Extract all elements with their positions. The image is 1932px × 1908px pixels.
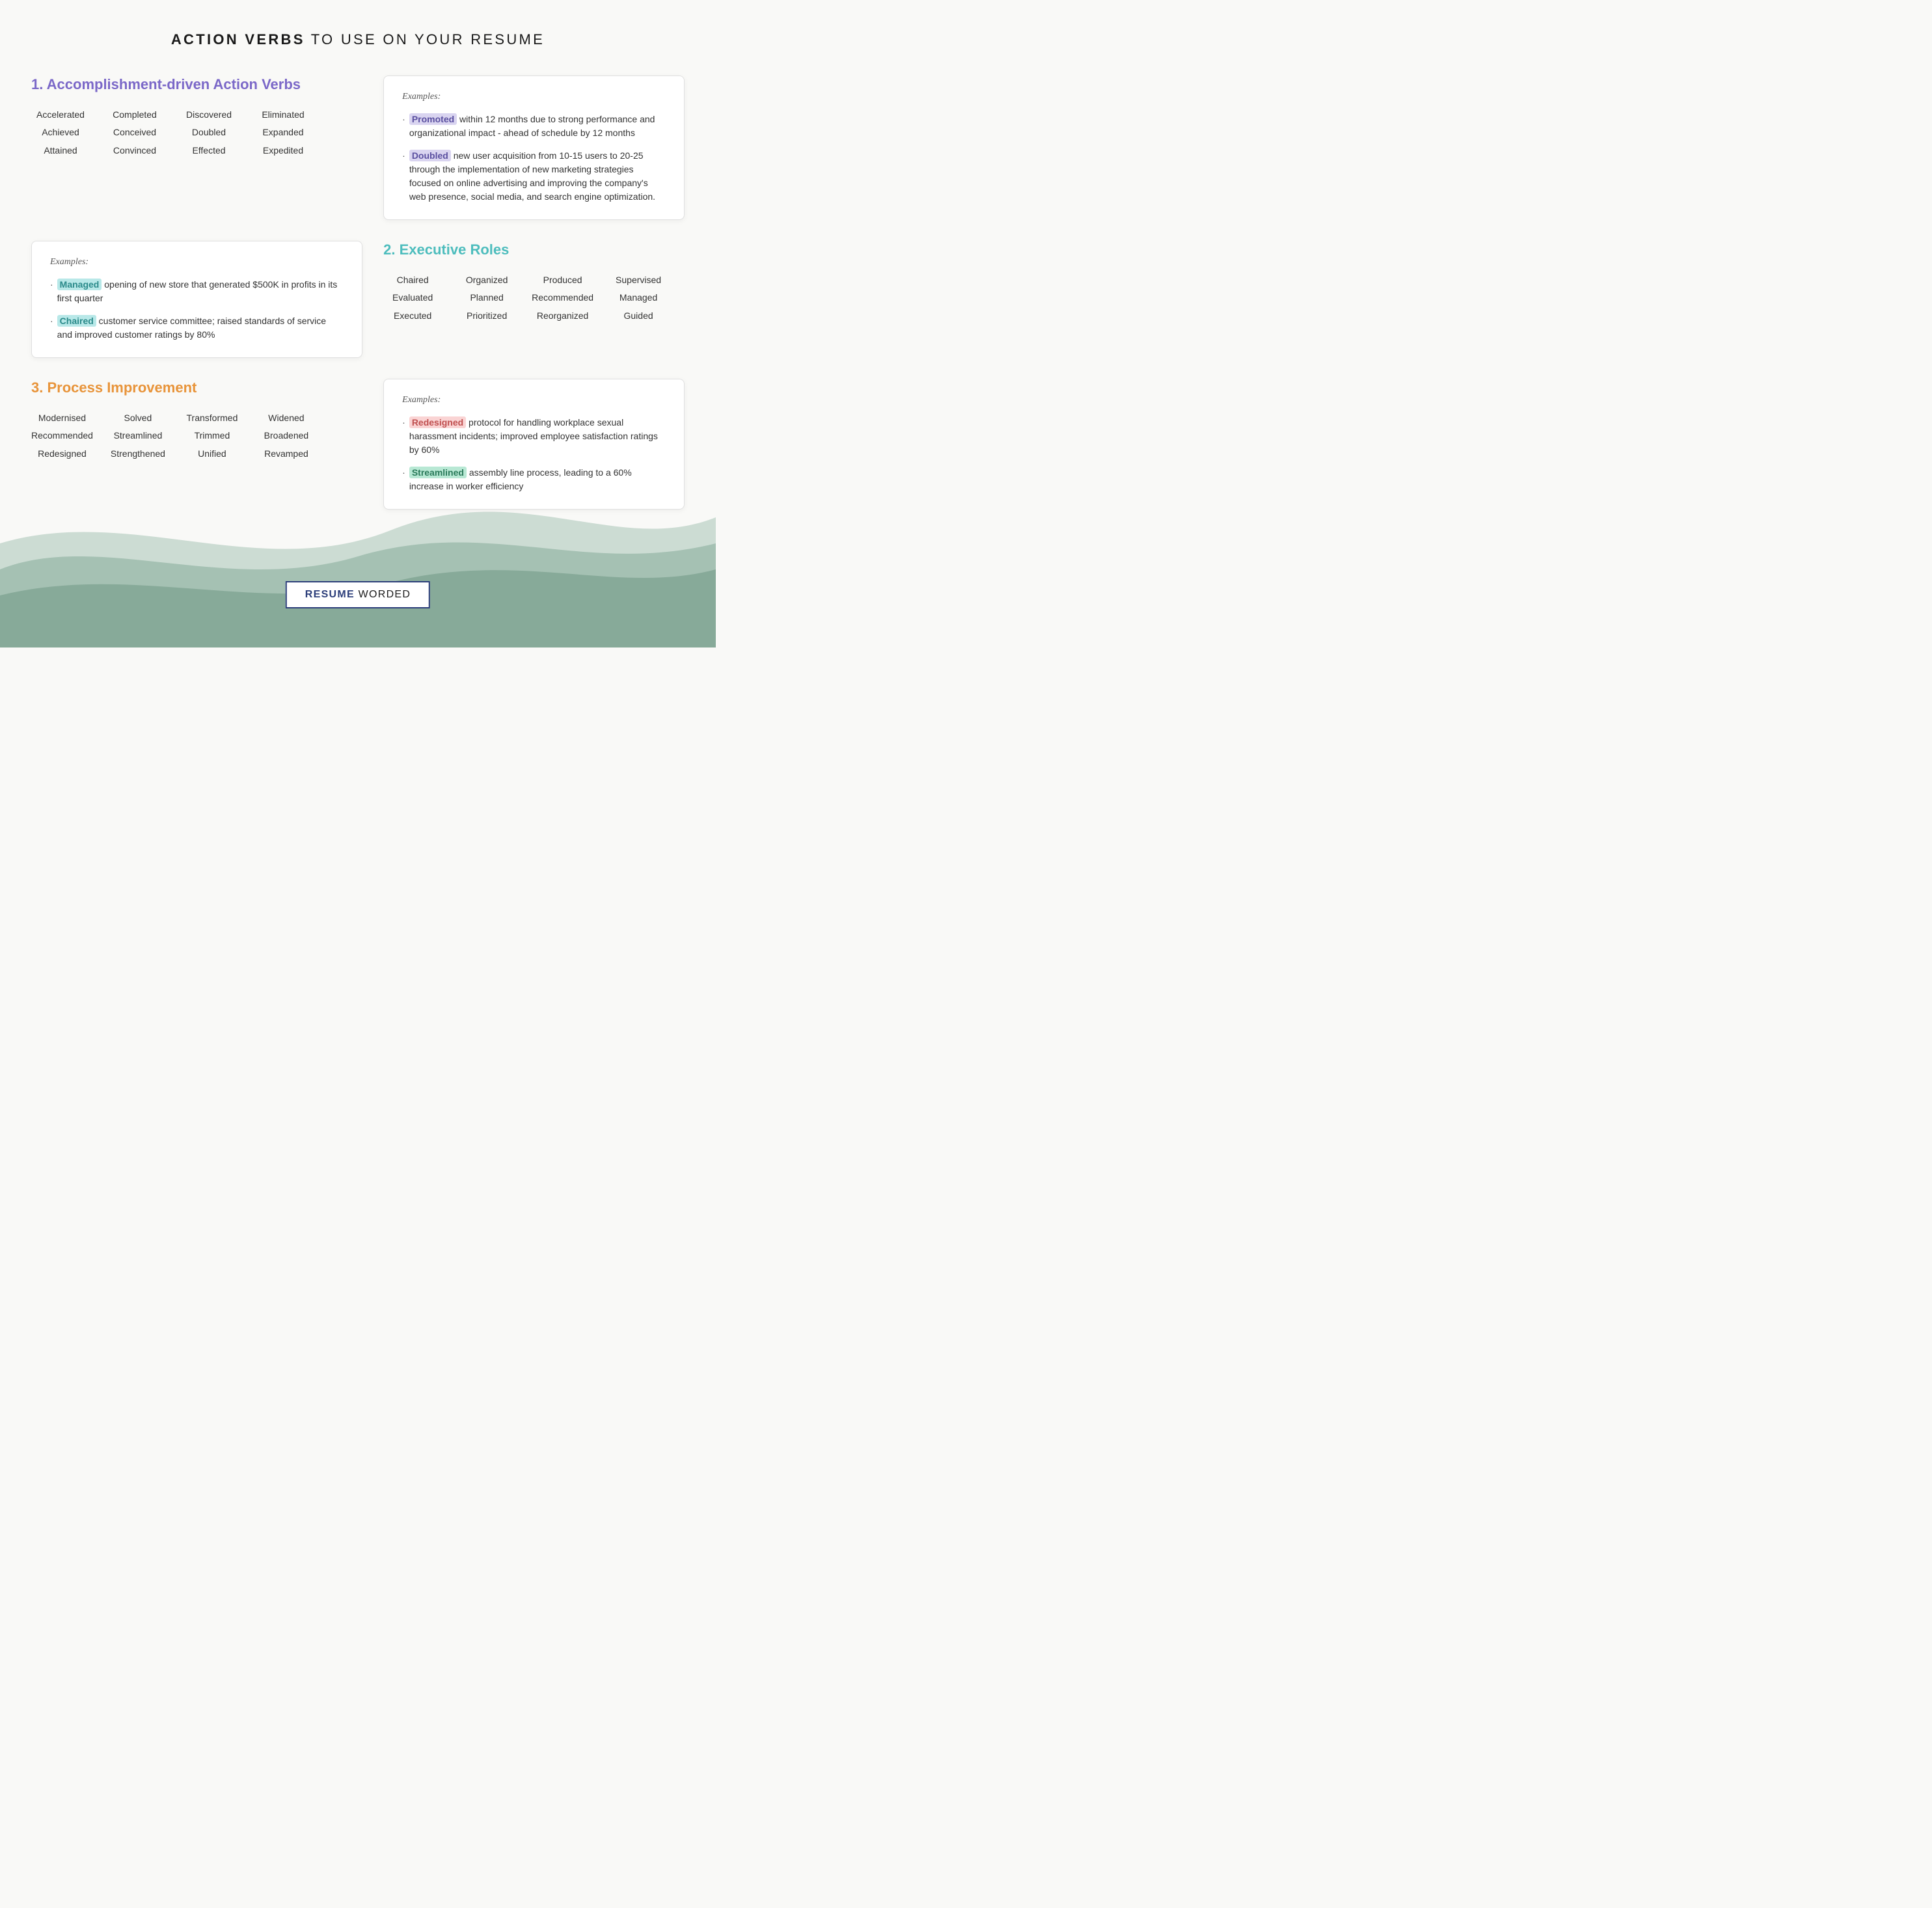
word-col-5: Chaired Evaluated Executed — [383, 273, 442, 324]
word-col-12: Widened Broadened Revamped — [257, 411, 316, 462]
section1-word-grid: Accelerated Achieved Attained Completed … — [31, 107, 362, 159]
word: Accelerated — [36, 107, 85, 123]
word: Broadened — [264, 428, 309, 444]
word-col-2: Completed Conceived Convinced — [105, 107, 164, 159]
word: Recommended — [532, 290, 593, 306]
word: Attained — [44, 143, 77, 159]
word: Expanded — [262, 125, 303, 141]
section3-left: 3. Process Improvement Modernised Recomm… — [31, 379, 362, 462]
word-col-6: Organized Planned Prioritized — [457, 273, 516, 324]
word: Convinced — [113, 143, 156, 159]
examples-label-3: Examples: — [402, 395, 666, 405]
word-col-8: Supervised Managed Guided — [609, 273, 668, 324]
row-1: 1. Accomplishment-driven Action Verbs Ac… — [31, 75, 685, 220]
example-text: Redesigned protocol for handling workpla… — [409, 416, 666, 457]
examples-label-2: Examples: — [50, 257, 344, 267]
word: Revamped — [264, 446, 308, 462]
word: Prioritized — [467, 308, 507, 324]
section3-title: 3. Process Improvement — [31, 379, 362, 398]
bullet-icon: · — [50, 314, 53, 328]
header-bold: ACTION VERBS — [171, 31, 305, 48]
word: Guided — [624, 308, 653, 324]
highlight-promoted: Promoted — [409, 113, 457, 125]
wave-decoration — [0, 465, 716, 647]
word: Discovered — [186, 107, 232, 123]
word: Effected — [192, 143, 225, 159]
word: Unified — [198, 446, 226, 462]
example-text: Promoted within 12 months due to strong … — [409, 113, 666, 140]
word-col-1: Accelerated Achieved Attained — [31, 107, 90, 159]
section1-example-box: Examples: · Promoted within 12 months du… — [383, 75, 685, 220]
example-box-2: Examples: · Managed opening of new store… — [31, 241, 362, 358]
bullet-icon: · — [402, 113, 405, 126]
logo-text: RESUME WORDED — [305, 589, 411, 600]
word: Completed — [113, 107, 157, 123]
example-item-1: · Promoted within 12 months due to stron… — [402, 113, 666, 140]
word: Streamlined — [114, 428, 163, 444]
word: Strengthened — [111, 446, 165, 462]
word-col-9: Modernised Recommended Redesigned — [31, 411, 93, 462]
word: Organized — [466, 273, 508, 288]
word: Doubled — [192, 125, 226, 141]
example-text: Doubled new user acquisition from 10-15 … — [409, 149, 666, 204]
example-text: Managed opening of new store that genera… — [57, 278, 344, 305]
word: Managed — [619, 290, 657, 306]
page-wrapper: ACTION VERBS TO USE ON YOUR RESUME 1. Ac… — [0, 0, 716, 647]
bullet-icon: · — [402, 149, 405, 163]
section2-word-grid: Chaired Evaluated Executed Organized Pla… — [383, 273, 685, 324]
word-col-3: Discovered Doubled Effected — [180, 107, 238, 159]
word: Executed — [394, 308, 431, 324]
word-col-11: Transformed Trimmed Unified — [183, 411, 241, 462]
header-rest: TO USE ON YOUR RESUME — [305, 31, 545, 48]
word-col-4: Eliminated Expanded Expedited — [254, 107, 312, 159]
word: Transformed — [187, 411, 238, 426]
logo-area: RESUME WORDED — [286, 581, 430, 608]
section1-title: 1. Accomplishment-driven Action Verbs — [31, 75, 362, 94]
word: Reorganized — [537, 308, 588, 324]
main-content: 1. Accomplishment-driven Action Verbs Ac… — [0, 69, 716, 530]
section2-right: 2. Executive Roles Chaired Evaluated Exe… — [383, 241, 685, 324]
word: Planned — [470, 290, 503, 306]
row-2: Examples: · Managed opening of new store… — [31, 241, 685, 358]
word: Expedited — [263, 143, 303, 159]
highlight-doubled: Doubled — [409, 150, 451, 161]
highlight-chaired: Chaired — [57, 315, 96, 327]
section2-title: 2. Executive Roles — [383, 241, 685, 260]
example-text: Chaired customer service committee; rais… — [57, 314, 344, 342]
example-item-4: · Chaired customer service committee; ra… — [50, 314, 344, 342]
highlight-redesigned: Redesigned — [409, 416, 466, 428]
logo-rest: WORDED — [355, 589, 411, 600]
section3-word-grid: Modernised Recommended Redesigned Solved… — [31, 411, 362, 462]
example-box-1: Examples: · Promoted within 12 months du… — [383, 75, 685, 220]
word: Evaluated — [392, 290, 433, 306]
example-item-3: · Managed opening of new store that gene… — [50, 278, 344, 305]
word: Produced — [543, 273, 582, 288]
word-col-7: Produced Recommended Reorganized — [532, 273, 593, 324]
logo-bold: RESUME — [305, 589, 355, 600]
section1-left: 1. Accomplishment-driven Action Verbs Ac… — [31, 75, 362, 159]
example-item-5: · Redesigned protocol for handling workp… — [402, 416, 666, 457]
word: Modernised — [38, 411, 86, 426]
word: Widened — [268, 411, 304, 426]
word: Eliminated — [262, 107, 304, 123]
highlight-managed: Managed — [57, 279, 102, 290]
word: Supervised — [616, 273, 661, 288]
word-col-10: Solved Streamlined Strengthened — [109, 411, 167, 462]
example-item-2: · Doubled new user acquisition from 10-1… — [402, 149, 666, 204]
word: Chaired — [397, 273, 429, 288]
bullet-icon: · — [50, 278, 53, 292]
section1b-example-box: Examples: · Managed opening of new store… — [31, 241, 362, 358]
examples-label: Examples: — [402, 92, 666, 102]
word: Conceived — [113, 125, 156, 141]
word: Achieved — [42, 125, 79, 141]
word: Recommended — [31, 428, 93, 444]
word: Redesigned — [38, 446, 87, 462]
word: Trimmed — [195, 428, 230, 444]
word: Solved — [124, 411, 152, 426]
page-header: ACTION VERBS TO USE ON YOUR RESUME — [0, 0, 716, 69]
bullet-icon: · — [402, 416, 405, 429]
